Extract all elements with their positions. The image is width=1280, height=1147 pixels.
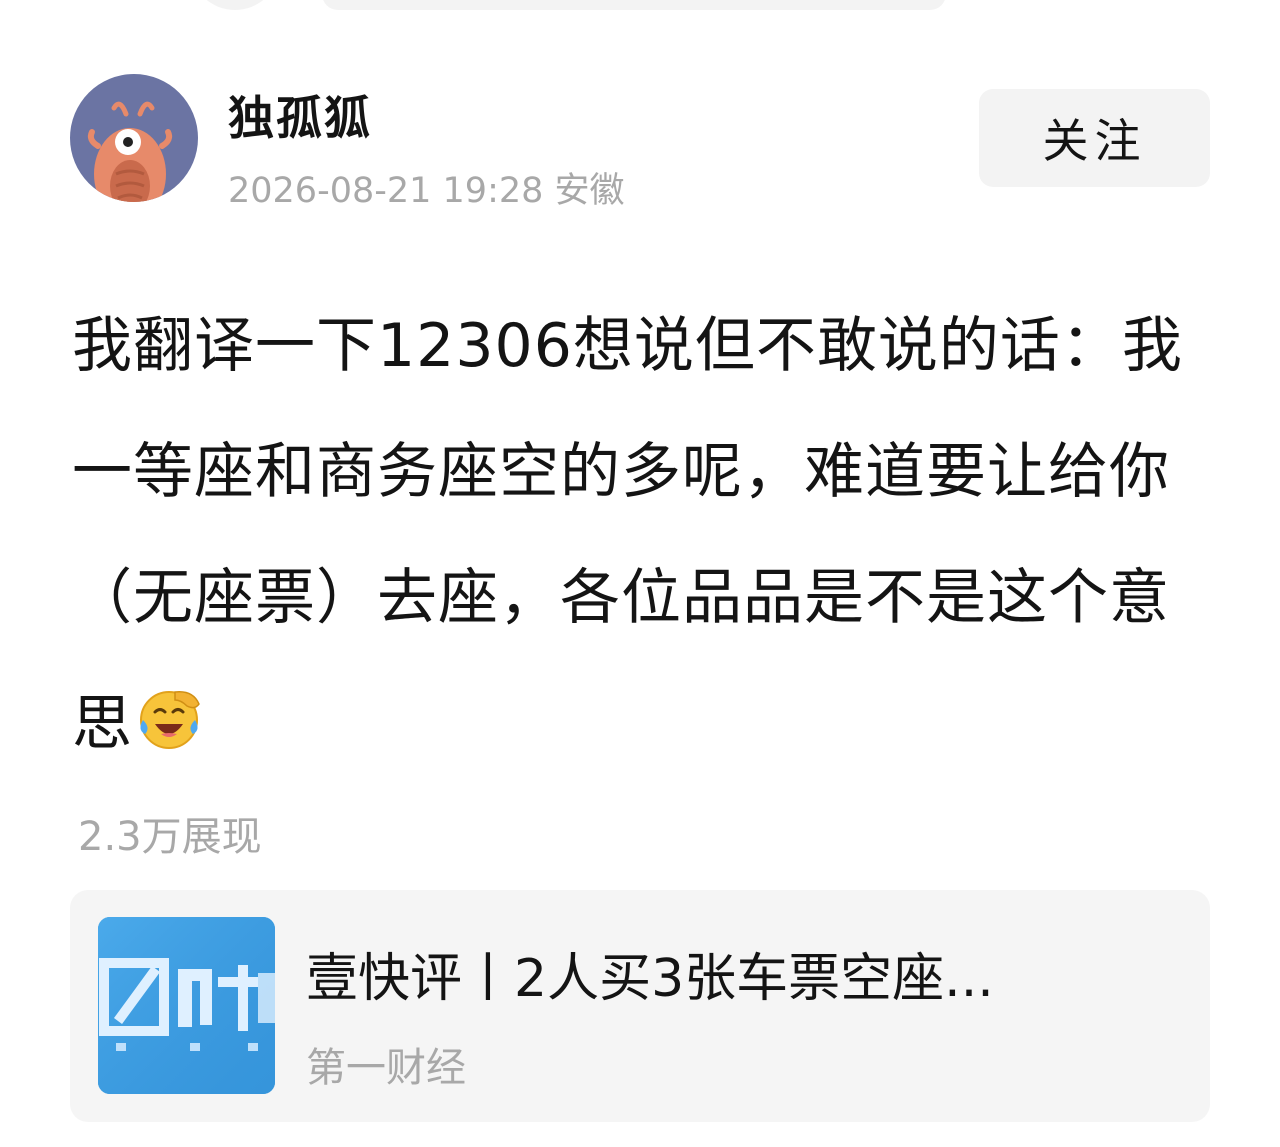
post-body: 我翻译一下12306想说但不敢说的话：我一等座和商务座空的多呢，难道要让给你（无… (72, 283, 1202, 787)
first-finance-logo-icon (98, 917, 275, 1094)
linked-article-title[interactable]: 壹快评丨2人买3张车票空座... (306, 936, 1166, 1011)
view-count: 2.3万展现 (78, 814, 262, 860)
clipped-search-bar[interactable] (322, 0, 946, 10)
author-name[interactable]: 独孤狐 (228, 82, 372, 148)
follow-button[interactable]: 关注 (979, 89, 1210, 187)
linked-article-source: 第一财经 (306, 1045, 466, 1091)
top-clipped-bar (0, 0, 1280, 16)
laughing-crying-emoji-icon (140, 691, 200, 749)
post-timestamp-location: 2026-08-21 19:28 安徽 (228, 171, 625, 211)
clipped-circle-button[interactable] (190, 0, 280, 10)
post-text: 我翻译一下12306想说但不敢说的话：我一等座和商务座空的多呢，难道要让给你（无… (72, 311, 1183, 759)
avatar[interactable] (70, 74, 198, 202)
shrimp-avatar-icon (87, 101, 173, 202)
linked-article-card[interactable]: 壹快评丨2人买3张车票空座... 第一财经 (70, 890, 1210, 1122)
